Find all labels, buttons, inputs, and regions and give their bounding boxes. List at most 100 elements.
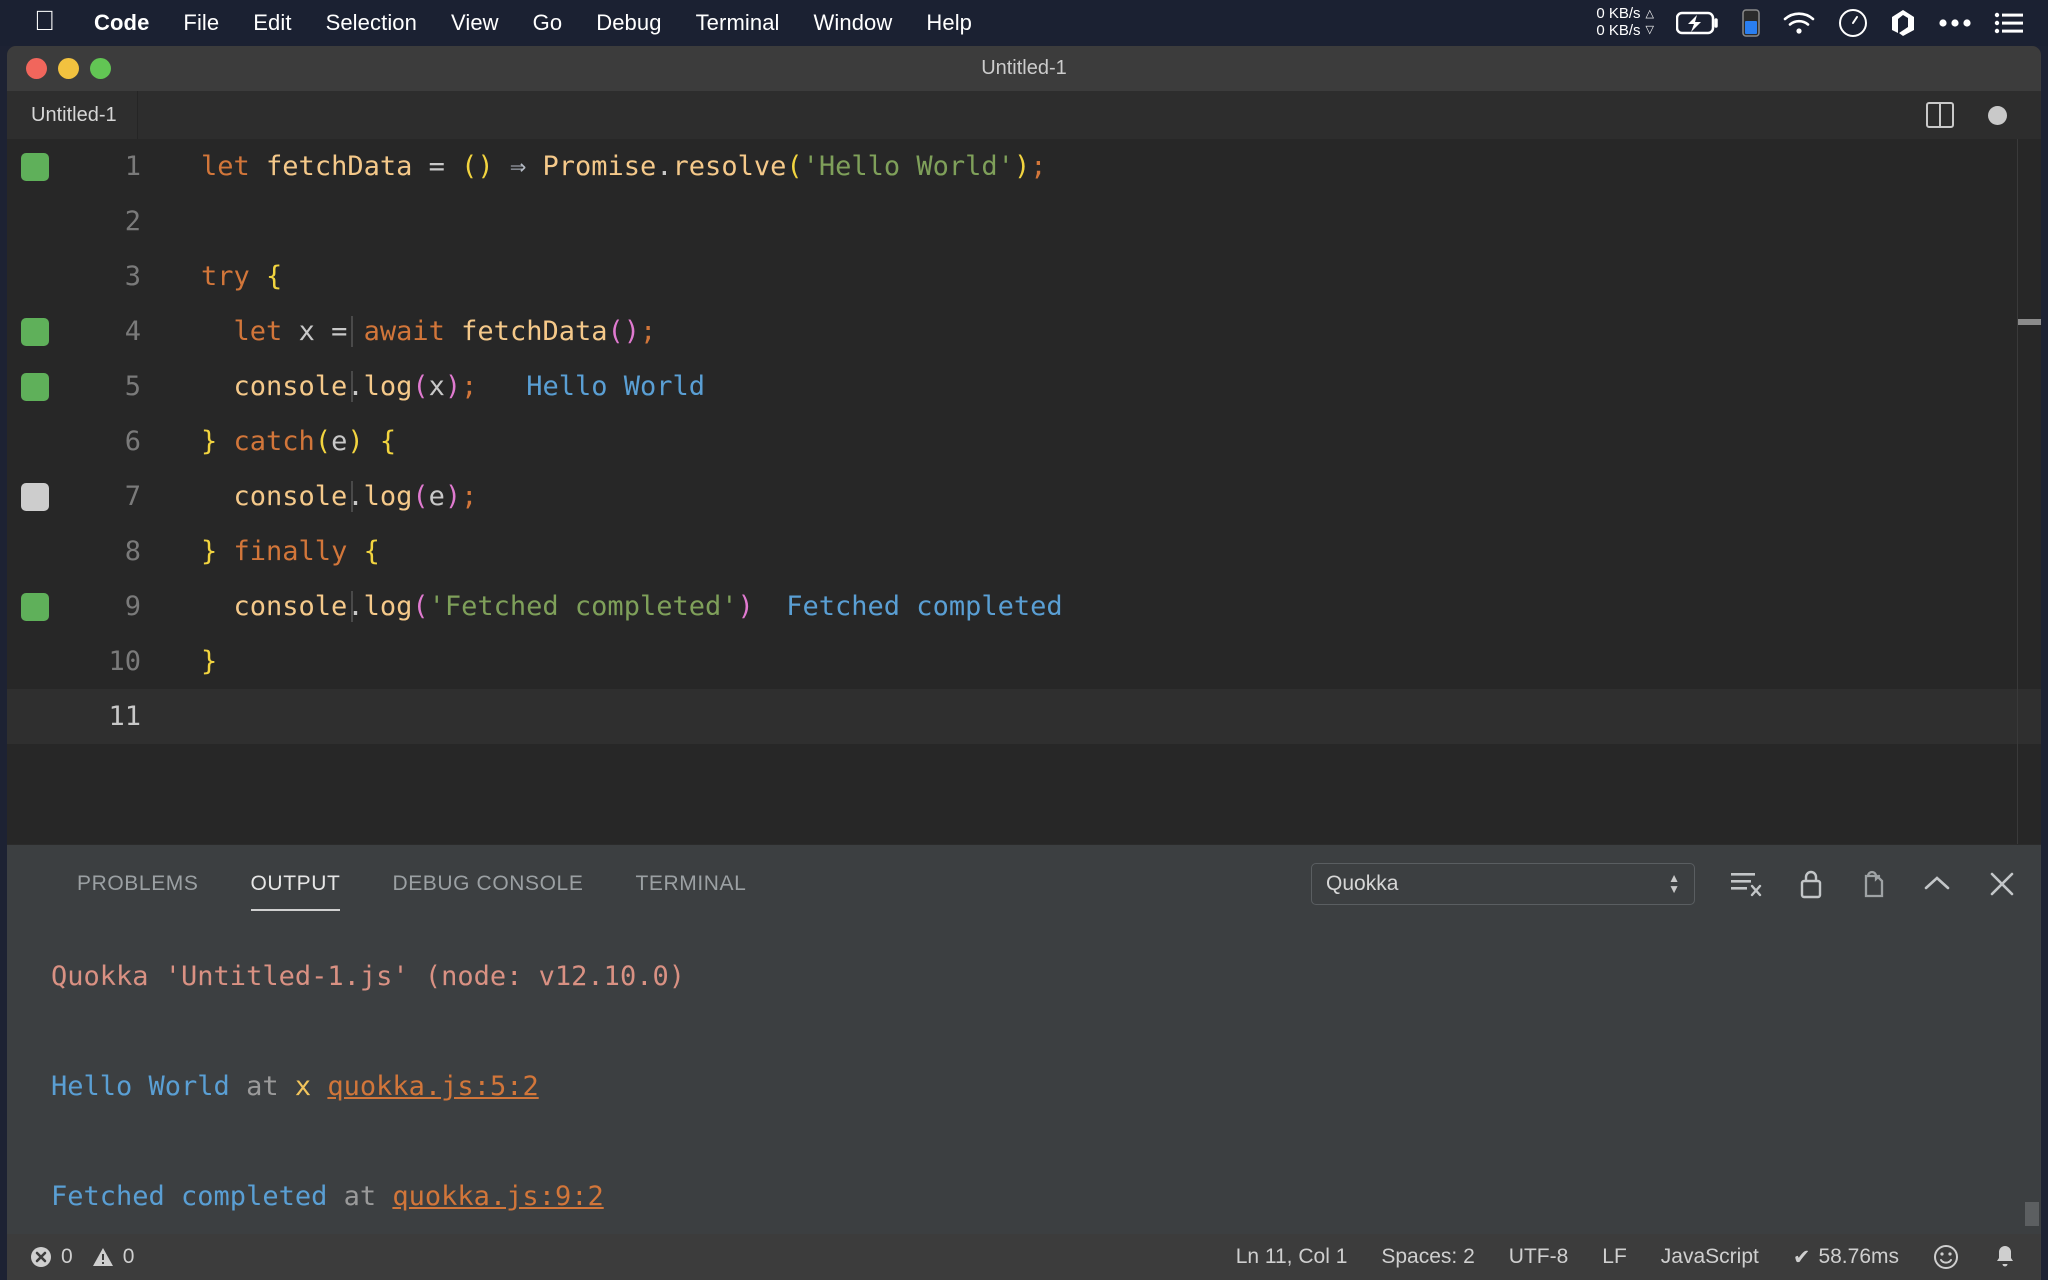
quokka-coverage-indicator	[21, 483, 49, 511]
line-number-7: 7	[63, 481, 159, 512]
line-number-11: 11	[63, 701, 159, 732]
menu-item-file[interactable]: File	[166, 10, 236, 36]
code-token: console	[234, 481, 348, 512]
output-entry-1-link[interactable]: quokka.js:5:2	[327, 1071, 538, 1102]
status-problems[interactable]: 0 0	[29, 1245, 134, 1269]
code-token: await	[364, 316, 445, 347]
menu-item-view[interactable]: View	[434, 10, 516, 36]
panel-tab-debug-console[interactable]: DEBUG CONSOLE	[366, 845, 609, 923]
code-token: console	[234, 371, 348, 402]
lock-scroll-icon[interactable]	[1797, 868, 1825, 900]
clock-icon[interactable]	[1838, 8, 1868, 38]
quokka-gutter-1	[7, 153, 63, 181]
panel-scrollbar-thumb[interactable]	[2025, 1202, 2039, 1226]
menu-item-go[interactable]: Go	[516, 10, 580, 36]
window-title-bar: Untitled-1	[7, 46, 2041, 91]
panel-tab-problems[interactable]: PROBLEMS	[51, 845, 225, 923]
code-text-3[interactable]: try {	[159, 261, 2041, 292]
apple-logo-icon[interactable]: 	[34, 7, 55, 35]
code-token	[526, 151, 542, 182]
code-token: let	[234, 316, 283, 347]
code-line-11[interactable]: 11	[7, 689, 2041, 744]
code-line-3[interactable]: 3try {	[7, 249, 2041, 304]
dropbox-icon[interactable]	[1890, 9, 1916, 37]
code-editor[interactable]: 1let fetchData = () ⇒ Promise.resolve('H…	[7, 139, 2041, 844]
code-text-10[interactable]: }	[159, 646, 2041, 677]
unsaved-dot-icon[interactable]	[1988, 106, 2007, 125]
output-blank-line-2	[51, 1114, 2041, 1169]
code-text-7[interactable]: console.log(e);	[159, 481, 2041, 512]
code-token: resolve	[673, 151, 787, 182]
split-editor-icon[interactable]	[1926, 102, 1954, 128]
code-line-7[interactable]: 7 console.log(e);	[7, 469, 2041, 524]
ellipsis-icon[interactable]	[1938, 18, 1972, 28]
output-header-line: Quokka 'Untitled-1.js' (node: v12.10.0)	[51, 949, 2041, 1004]
indent-guide	[351, 591, 353, 622]
status-cursor-position[interactable]: Ln 11, Col 1	[1236, 1245, 1348, 1269]
code-text-1[interactable]: let fetchData = () ⇒ Promise.resolve('He…	[159, 151, 2041, 182]
close-panel-icon[interactable]	[1987, 869, 2017, 899]
code-token: .	[656, 151, 672, 182]
code-line-8[interactable]: 8} finally {	[7, 524, 2041, 579]
tab-bar-spacer	[138, 91, 1926, 139]
panel-tab-terminal[interactable]: TERMINAL	[609, 845, 772, 923]
code-line-1[interactable]: 1let fetchData = () ⇒ Promise.resolve('H…	[7, 139, 2041, 194]
code-line-6[interactable]: 6} catch(e) {	[7, 414, 2041, 469]
code-token: fetchData	[266, 151, 412, 182]
menu-item-window[interactable]: Window	[797, 10, 910, 36]
code-token	[315, 316, 331, 347]
panel-tab-output[interactable]: OUTPUT	[225, 845, 367, 923]
menu-item-terminal[interactable]: Terminal	[679, 10, 797, 36]
editor-tab-untitled-1[interactable]: Untitled-1	[7, 91, 138, 139]
control-center-icon[interactable]	[1994, 11, 2024, 35]
indent-guide	[351, 371, 353, 402]
status-language-mode[interactable]: JavaScript	[1661, 1245, 1759, 1269]
feedback-smiley-icon[interactable]	[1933, 1244, 1959, 1270]
open-in-editor-icon[interactable]	[1859, 868, 1887, 900]
code-text-6[interactable]: } catch(e) {	[159, 426, 2041, 457]
panel-scrollbar[interactable]	[2021, 923, 2041, 1234]
indicator-icon[interactable]	[1742, 9, 1760, 37]
output-channel-select[interactable]: Quokka ▲▼	[1311, 863, 1695, 905]
panel-tab-output-label: OUTPUT	[251, 872, 341, 896]
code-line-2[interactable]: 2	[7, 194, 2041, 249]
status-bar: 0 0 Ln 11, Col 1 Spaces: 2 UTF-8 LF Java…	[7, 1234, 2041, 1280]
macos-menu-bar:  Code File Edit Selection View Go Debug…	[0, 0, 2048, 46]
code-line-10[interactable]: 10}	[7, 634, 2041, 689]
code-line-5[interactable]: 5 console.log(x); Hello World	[7, 359, 2041, 414]
notifications-bell-icon[interactable]	[1993, 1244, 2017, 1270]
code-token	[494, 151, 510, 182]
menu-item-debug[interactable]: Debug	[579, 10, 678, 36]
code-token: )	[445, 371, 461, 402]
code-token: .	[347, 481, 363, 512]
status-quokka-time[interactable]: ✔ 58.76ms	[1793, 1245, 1899, 1270]
output-entry-2-link[interactable]: quokka.js:9:2	[392, 1181, 603, 1212]
line-number-1: 1	[63, 151, 159, 182]
status-indentation[interactable]: Spaces: 2	[1381, 1245, 1474, 1269]
output-panel-body[interactable]: Quokka 'Untitled-1.js' (node: v12.10.0) …	[7, 923, 2041, 1234]
menu-item-help[interactable]: Help	[909, 10, 989, 36]
overview-ruler[interactable]	[2017, 139, 2041, 844]
status-eol[interactable]: LF	[1602, 1245, 1627, 1269]
code-text-4[interactable]: let x = await fetchData();	[159, 316, 2041, 347]
maximize-panel-icon[interactable]	[1921, 871, 1953, 897]
code-text-5[interactable]: console.log(x); Hello World	[159, 371, 2041, 402]
status-encoding[interactable]: UTF-8	[1509, 1245, 1569, 1269]
network-download-speed: 0 KB/s	[1596, 23, 1640, 40]
wifi-icon[interactable]	[1782, 10, 1816, 36]
code-text-9[interactable]: console.log('Fetched completed') Fetched…	[159, 591, 2041, 622]
editor-actions	[1926, 91, 2041, 139]
network-speed-indicator[interactable]: 0 KB/s 0 KB/s △ ▽	[1596, 6, 1654, 40]
code-token: try	[201, 261, 250, 292]
clear-output-icon[interactable]	[1729, 869, 1763, 899]
menu-item-selection[interactable]: Selection	[309, 10, 434, 36]
code-line-9[interactable]: 9 console.log('Fetched completed') Fetch…	[7, 579, 2041, 634]
menu-item-code[interactable]: Code	[77, 10, 166, 36]
battery-charging-icon[interactable]	[1676, 11, 1720, 35]
menu-item-edit[interactable]: Edit	[236, 10, 308, 36]
code-token: ⇒	[510, 151, 526, 182]
code-token: console	[234, 591, 348, 622]
code-text-8[interactable]: } finally {	[159, 536, 2041, 567]
code-line-4[interactable]: 4 let x = await fetchData();	[7, 304, 2041, 359]
code-token: e	[331, 426, 347, 457]
